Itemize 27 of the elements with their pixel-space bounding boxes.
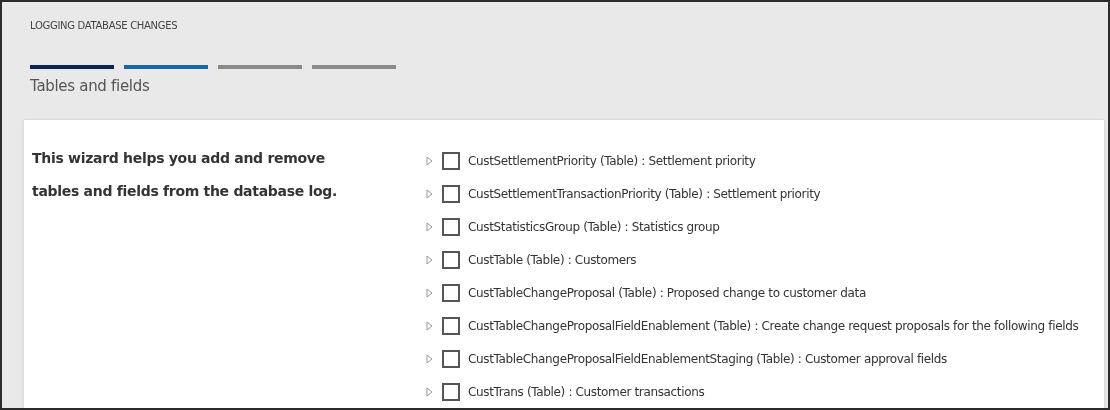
checkbox[interactable] [442, 217, 460, 236]
table-label: CustTableChangeProposalFieldEnablement (Table) : Create change request proposals for the following fields [468, 318, 1079, 333]
wizard-description: This wizard helps you add and remove tables and fields from the database log. [31, 149, 339, 201]
expand-arrow-icon[interactable] [424, 155, 434, 166]
table-label: CustTable (Table) : Customers [468, 252, 637, 267]
checkbox[interactable] [442, 184, 460, 203]
table-label: CustTrans (Table) : Customer transactions [468, 384, 705, 399]
table-label: CustTableChangeProposalFieldEnablementStaging (Table) : Customer approval fields [468, 351, 947, 366]
checkbox[interactable] [442, 349, 460, 368]
expand-arrow-icon[interactable] [424, 221, 434, 232]
table-label: CustTableChangeProposal (Table) : Proposed change to customer data [468, 285, 866, 300]
checkbox[interactable] [442, 283, 460, 302]
window-title: LOGGING DATABASE CHANGES [30, 20, 179, 31]
expand-arrow-icon[interactable] [424, 386, 434, 397]
expand-arrow-icon[interactable] [424, 353, 434, 364]
checkbox[interactable] [442, 250, 460, 269]
table-label: CustStatisticsGroup (Table) : Statistics group [468, 219, 720, 234]
table-label: CustSettlementTransactionPriority (Table) : Settlement priority [468, 186, 821, 201]
checkbox[interactable] [442, 316, 460, 335]
checkbox[interactable] [442, 382, 460, 401]
expand-arrow-icon[interactable] [424, 188, 434, 199]
expand-arrow-icon[interactable] [424, 254, 434, 265]
expand-arrow-icon[interactable] [424, 287, 434, 298]
expand-arrow-icon[interactable] [424, 320, 434, 331]
checkbox[interactable] [442, 151, 460, 170]
table-label: CustSettlementPriority (Table) : Settlement priority [468, 153, 756, 168]
page-title: Tables and fields [30, 77, 151, 95]
